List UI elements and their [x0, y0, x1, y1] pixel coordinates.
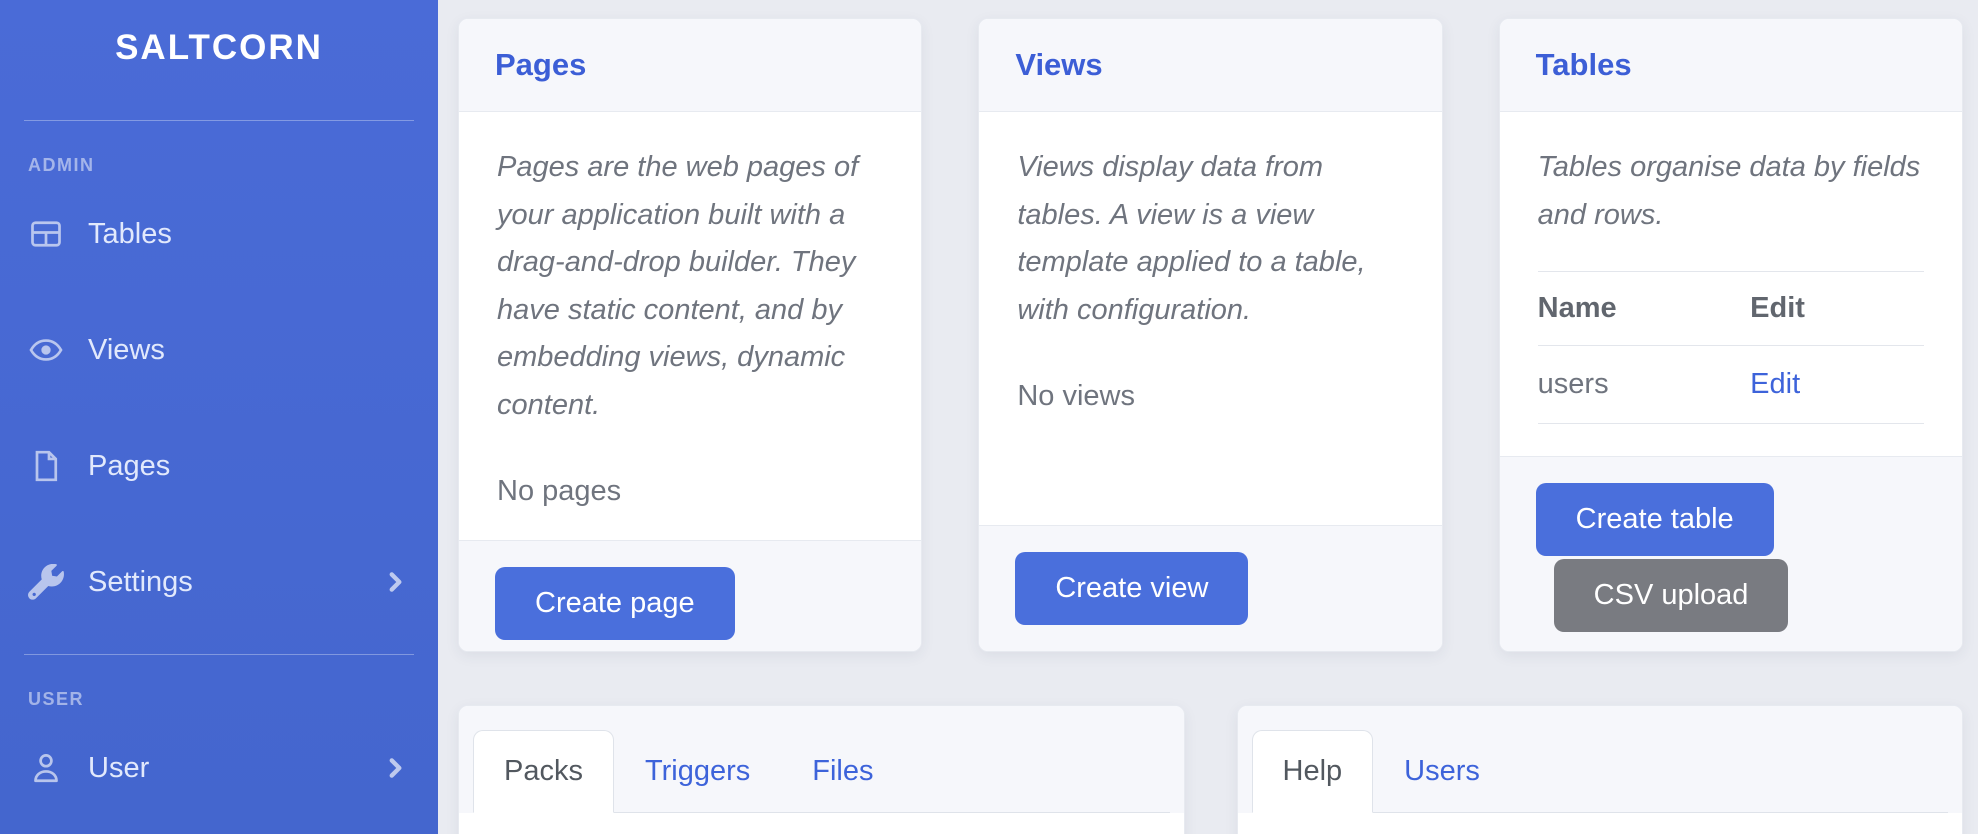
sidebar-divider: [24, 654, 414, 655]
help-card-header: Help Users: [1238, 706, 1963, 813]
sidebar-item-user[interactable]: User: [0, 710, 438, 826]
entity-cards-row: Pages Pages are the web pages of your ap…: [458, 18, 1963, 652]
pages-card-footer: Create page: [459, 540, 921, 652]
create-table-button[interactable]: Create table: [1536, 483, 1774, 556]
table-header-row: Name Edit: [1538, 272, 1924, 346]
tab-files[interactable]: Files: [781, 730, 904, 813]
tab-help[interactable]: Help: [1252, 730, 1374, 813]
column-header-edit: Edit: [1750, 272, 1924, 346]
sidebar-section-admin-label: ADMIN: [28, 155, 438, 176]
user-icon: [28, 750, 64, 786]
help-tab-card: Help Users: [1237, 705, 1964, 834]
sidebar-nav-user: User: [0, 710, 438, 826]
eye-icon: [28, 332, 64, 368]
pages-empty-note: No pages: [497, 475, 883, 508]
tables-card: Tables Tables organise data by fields an…: [1499, 18, 1963, 652]
csv-upload-button[interactable]: CSV upload: [1554, 559, 1789, 632]
sidebar-divider: [24, 120, 414, 121]
views-empty-note: No views: [1017, 380, 1403, 413]
tables-card-title: Tables: [1500, 19, 1962, 112]
table-cell-name: users: [1538, 346, 1751, 424]
sidebar-item-views[interactable]: Views: [0, 292, 438, 408]
views-description: Views display data from tables. A view i…: [1017, 144, 1403, 334]
table-icon: [28, 216, 64, 252]
sidebar-item-label: Tables: [88, 218, 172, 251]
sidebar-item-settings[interactable]: Settings: [0, 524, 438, 640]
sidebar-item-tables[interactable]: Tables: [0, 176, 438, 292]
sidebar-item-label: Views: [88, 334, 165, 367]
packs-tabs: Packs Triggers Files: [473, 730, 1170, 813]
tables-description: Tables organise data by fields and rows.: [1538, 144, 1924, 239]
app-logo[interactable]: SALTCORN: [0, 20, 438, 68]
tab-triggers[interactable]: Triggers: [614, 730, 781, 813]
sidebar-item-label: User: [88, 752, 149, 785]
tables-card-footer: Create table CSV upload: [1500, 456, 1962, 652]
create-page-button[interactable]: Create page: [495, 567, 735, 640]
main-content: Pages Pages are the web pages of your ap…: [438, 0, 1978, 834]
help-tabs: Help Users: [1252, 730, 1949, 813]
packs-card-header: Packs Triggers Files: [459, 706, 1184, 813]
chevron-right-icon: [382, 569, 408, 595]
create-view-button[interactable]: Create view: [1015, 552, 1248, 625]
tab-packs[interactable]: Packs: [473, 730, 614, 813]
sidebar-item-pages[interactable]: Pages: [0, 408, 438, 524]
pages-card-title: Pages: [459, 19, 921, 112]
sidebar: SALTCORN ADMIN Tables Views: [0, 0, 438, 834]
tables-card-body: Tables organise data by fields and rows.…: [1500, 112, 1962, 456]
edit-table-link[interactable]: Edit: [1750, 368, 1800, 400]
views-card: Views Views display data from tables. A …: [978, 18, 1442, 652]
wrench-icon: [28, 564, 64, 600]
views-card-body: Views display data from tables. A view i…: [979, 112, 1441, 525]
views-card-footer: Create view: [979, 525, 1441, 651]
sidebar-item-label: Settings: [88, 566, 193, 599]
tab-users[interactable]: Users: [1373, 730, 1511, 813]
pages-card-body: Pages are the web pages of your applicat…: [459, 112, 921, 540]
packs-tab-card: Packs Triggers Files: [458, 705, 1185, 834]
column-header-name: Name: [1538, 272, 1751, 346]
pages-card: Pages Pages are the web pages of your ap…: [458, 18, 922, 652]
tables-list: Name Edit users Edit: [1538, 271, 1924, 424]
packs-tab-body: [459, 813, 1184, 834]
chevron-right-icon: [382, 755, 408, 781]
pages-description: Pages are the web pages of your applicat…: [497, 144, 883, 429]
sidebar-item-label: Pages: [88, 450, 170, 483]
sidebar-nav-admin: Tables Views Pages: [0, 176, 438, 640]
table-row: users Edit: [1538, 346, 1924, 424]
views-card-title: Views: [979, 19, 1441, 112]
sidebar-section-user-label: USER: [28, 689, 438, 710]
bottom-cards-row: Packs Triggers Files Help Users: [458, 705, 1963, 834]
file-icon: [28, 448, 64, 484]
help-tab-body: [1238, 813, 1963, 834]
